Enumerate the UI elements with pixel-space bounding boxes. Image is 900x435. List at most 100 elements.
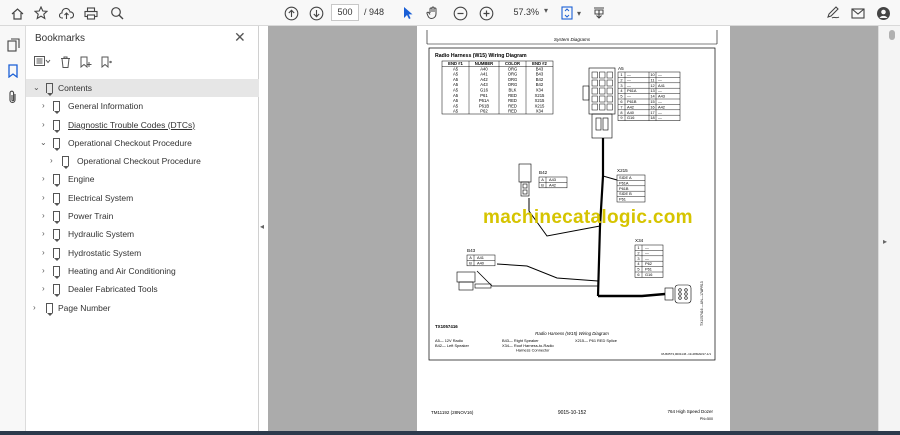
a5-pin-wire: G16 — [627, 115, 634, 120]
bookmark-dealer-fabricated-tools[interactable]: › Dealer Fabricated Tools — [26, 280, 259, 298]
chevron-down-icon[interactable]: ⌄ — [33, 83, 40, 92]
pdf-page: System Diagrams Radio Harness (W15) Wiri… — [417, 26, 730, 435]
bookmark-hydrostatic-system[interactable]: › Hydrostatic System — [26, 244, 259, 262]
bookmark-label: Diagnostic Trouble Codes (DTCs) — [68, 119, 196, 130]
print-icon[interactable] — [81, 3, 101, 23]
bookmark-page-number[interactable]: › Page Number — [26, 299, 259, 317]
previous-page-icon[interactable] — [281, 3, 301, 23]
edit-sign-icon[interactable] — [823, 3, 843, 23]
next-page-icon[interactable] — [306, 3, 326, 23]
figure-caption: Radio Harness (W15) Wiring Diagram — [535, 331, 609, 336]
page-number-input[interactable]: 500 — [331, 4, 359, 21]
home-icon[interactable] — [7, 3, 27, 23]
bookmark-electrical-system[interactable]: › Electrical System — [26, 189, 259, 207]
chevron-right-icon[interactable]: › — [42, 101, 45, 110]
zoom-level-input[interactable]: 57.3% — [502, 4, 542, 21]
zoom-out-icon[interactable] — [450, 3, 470, 23]
b43-table: A A41 B A40 — [466, 254, 496, 267]
hand-tool-icon[interactable] — [423, 3, 443, 23]
page-header: System Diagrams — [554, 37, 591, 42]
wire-table-cell: G16 — [480, 88, 489, 93]
chevron-right-icon[interactable]: › — [42, 248, 45, 257]
bookmark-options-icon[interactable] — [34, 56, 51, 70]
page-thumbnails-icon[interactable] — [3, 35, 23, 55]
a5-pin-wire: A40 — [627, 110, 635, 115]
bookmark-engine[interactable]: › Engine — [26, 170, 259, 188]
bookmark-power-train[interactable]: › Power Train — [26, 207, 259, 225]
bookmark-hydraulic-system[interactable]: › Hydraulic System — [26, 225, 259, 243]
wire-table-cell: B42 — [536, 77, 544, 82]
a5-pin-wire: A43 — [658, 94, 665, 99]
chevron-right-icon[interactable]: › — [42, 211, 45, 220]
wire-table-cell: ORG — [508, 77, 518, 82]
footer-right: 764 High Speed Dozer — [667, 409, 713, 414]
chevron-right-icon[interactable]: › — [42, 229, 45, 238]
bookmarks-panel-icon[interactable] — [3, 61, 23, 81]
b43-wire: A40 — [477, 260, 485, 265]
x34-wire: — — [645, 256, 649, 261]
wire-table-cell: X34 — [536, 88, 544, 93]
figure-legend: A5— 12V RadioB42— Left SpeakerB43— Right… — [435, 338, 617, 353]
scrolling-mode-icon[interactable] — [589, 3, 609, 23]
email-icon[interactable] — [848, 3, 868, 23]
expand-bookmark-icon[interactable] — [101, 56, 113, 71]
chevron-right-icon[interactable]: › — [33, 303, 36, 312]
zoom-dropdown-icon[interactable]: ▾ — [544, 6, 548, 15]
bookmark-label: Electrical System — [68, 192, 134, 203]
bookmark-icon — [53, 247, 60, 261]
delete-bookmark-icon[interactable] — [60, 56, 71, 71]
bookmark-operational-checkout[interactable]: ⌄ Operational Checkout Procedure — [26, 134, 259, 152]
a5-connector-pin — [606, 71, 613, 79]
collapse-panel-handle[interactable]: ◂ — [260, 222, 264, 231]
bookmarks-panel: Bookmarks ✕ ⌄ Contents › General Informa… — [26, 26, 259, 435]
attachments-icon[interactable] — [3, 87, 23, 107]
x215-table: SIDE AP61AP61BSIDE BP61 — [616, 174, 646, 203]
a5-pin-number: 11 — [650, 77, 654, 82]
fit-dropdown-icon[interactable]: ▾ — [574, 3, 584, 23]
close-panel-icon[interactable]: ✕ — [234, 29, 246, 46]
add-bookmark-icon[interactable] — [80, 56, 92, 71]
bookmark-operational-checkout-sub[interactable]: › Operational Checkout Procedure — [26, 152, 259, 170]
bookmark-contents[interactable]: ⌄ Contents — [26, 79, 259, 98]
select-cursor-icon[interactable] — [398, 3, 418, 23]
vertical-scrollbar[interactable] — [889, 28, 895, 428]
a5-connector-pin — [591, 79, 598, 87]
bookmark-diagnostic-trouble-codes[interactable]: › Diagnostic Trouble Codes (DTCs) — [26, 116, 259, 134]
chevron-right-icon[interactable]: › — [42, 193, 45, 202]
a5-pin-wire: A41 — [658, 83, 665, 88]
x34-pin: 4 — [637, 261, 640, 266]
main-toolbar: 500 / 948 57.3% ▾ ▾ — [0, 0, 900, 26]
a5-connector-pin — [599, 95, 606, 103]
chevron-right-icon[interactable]: › — [42, 284, 45, 293]
bookmark-star-icon[interactable] — [31, 3, 51, 23]
bookmark-icon — [53, 284, 60, 298]
scrollbar-thumb[interactable] — [889, 30, 895, 40]
figure-side-code: TX1057416 —UN—17APR13 — [700, 281, 704, 326]
wire-table-cell: ORG — [508, 72, 518, 77]
document-viewport[interactable]: System Diagrams Radio Harness (W15) Wiri… — [268, 26, 878, 435]
expand-tools-handle[interactable]: ▸ — [883, 237, 887, 246]
bookmark-label: General Information — [68, 101, 144, 112]
bookmark-icon — [53, 265, 60, 279]
bookmark-icon — [53, 101, 60, 115]
bookmark-general-information[interactable]: › General Information — [26, 97, 259, 115]
b43-wire: A41 — [477, 255, 484, 260]
chevron-right-icon[interactable]: › — [42, 120, 45, 129]
chevron-right-icon[interactable]: › — [50, 156, 53, 165]
a5-pin-table: 1—10 —2—11 —3—12 A414 P61A 13 —5—14 A436 P61B 15—… — [617, 71, 681, 121]
chevron-right-icon[interactable]: › — [42, 266, 45, 275]
taskbar-strip — [0, 431, 900, 435]
bookmarks-tree: ⌄ Contents › General Information › Diagn… — [26, 79, 259, 317]
wire-table-cell: A40 — [480, 66, 488, 71]
wire-table-header: END #2 — [532, 61, 547, 66]
chevron-right-icon[interactable]: › — [42, 174, 45, 183]
upload-cloud-icon[interactable] — [56, 3, 76, 23]
find-zoom-icon[interactable] — [107, 3, 127, 23]
wire-table-header: NUMBER — [475, 61, 493, 66]
wire-table-cell: P61A — [479, 98, 489, 103]
a5-pin-number: 3 — [620, 83, 622, 88]
account-icon[interactable] — [873, 3, 893, 23]
chevron-down-icon[interactable]: ⌄ — [40, 138, 47, 147]
bookmark-heating-air-conditioning[interactable]: › Heating and Air Conditioning — [26, 262, 259, 280]
zoom-in-icon[interactable] — [476, 3, 496, 23]
